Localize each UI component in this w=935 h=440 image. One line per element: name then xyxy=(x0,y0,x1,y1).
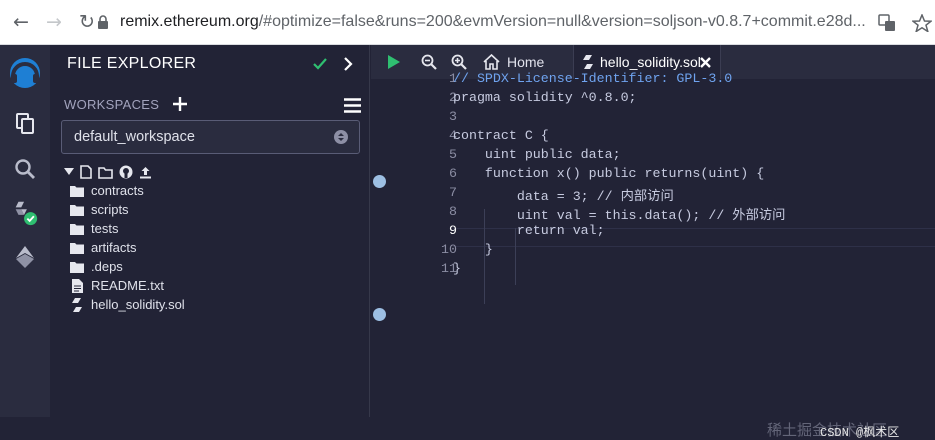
back-arrow-icon[interactable]: ← xyxy=(9,10,33,34)
lock-icon[interactable] xyxy=(97,15,109,30)
reload-icon[interactable]: ↻ xyxy=(75,10,99,34)
tree-item-label: contracts xyxy=(91,183,144,198)
breakpoint-marker[interactable] xyxy=(373,308,386,321)
search-icon[interactable] xyxy=(11,155,39,183)
tree-toolbar xyxy=(64,164,152,180)
tree-item-label: tests xyxy=(91,221,119,236)
close-tab-icon[interactable] xyxy=(700,57,711,68)
tree-item-label: artifacts xyxy=(91,240,137,255)
remix-logo-icon[interactable] xyxy=(6,54,44,92)
tree-item-deps[interactable]: .deps xyxy=(70,257,123,276)
code-line: uint public data; xyxy=(453,147,621,162)
bookmark-star-icon[interactable] xyxy=(912,14,932,32)
tab-home-label: Home xyxy=(507,54,545,70)
folder-icon xyxy=(70,222,84,236)
translate-icon[interactable] xyxy=(878,14,896,32)
file-explorer-icon[interactable] xyxy=(11,109,39,137)
zoom-out-icon[interactable] xyxy=(419,52,439,72)
folder-icon xyxy=(70,203,84,217)
code-line: } xyxy=(453,242,493,257)
new-file-icon[interactable] xyxy=(80,165,92,179)
code-line: function x() public returns(uint) { xyxy=(453,166,765,181)
editor-area: Home hello_solidity.sol 1 2 3 4 5 6 7 8 … xyxy=(371,45,935,440)
code-line: data = 3; // 内部访问 xyxy=(453,189,674,204)
menu-icon[interactable] xyxy=(344,98,361,113)
url-host: remix.ethereum.org xyxy=(120,13,259,30)
code-line: return val; xyxy=(453,223,605,238)
line-number: 6 xyxy=(449,166,457,181)
tree-item-label: hello_solidity.sol xyxy=(91,297,185,312)
line-number: 3 xyxy=(449,109,457,124)
code-line: pragma solidity ^0.8.0; xyxy=(453,90,637,105)
line-number: 10 xyxy=(441,242,457,257)
tree-item-hello-solidity[interactable]: hello_solidity.sol xyxy=(70,295,185,314)
github-icon[interactable] xyxy=(119,165,133,179)
solidity-file-icon xyxy=(70,297,84,312)
line-number: 4 xyxy=(449,128,457,143)
code-line: } xyxy=(453,261,461,276)
line-number: 7 xyxy=(449,185,457,200)
csdn-watermark: CSDN @枫术区 xyxy=(820,426,900,440)
workspace-selected-value: default_workspace xyxy=(74,129,195,145)
workspace-select[interactable]: default_workspace xyxy=(61,120,360,154)
icon-sidebar xyxy=(0,45,50,417)
url-path: /#optimize=false&runs=200&evmVersion=nul… xyxy=(258,13,866,30)
tree-item-contracts[interactable]: contracts xyxy=(70,181,144,200)
tree-item-label: .deps xyxy=(91,259,123,274)
folder-icon xyxy=(70,184,84,198)
breakpoint-marker[interactable] xyxy=(373,175,386,188)
folder-icon xyxy=(70,260,84,274)
panel-title: FILE EXPLORER xyxy=(67,55,197,72)
line-number: 8 xyxy=(449,204,457,219)
tree-item-artifacts[interactable]: artifacts xyxy=(70,238,137,257)
tree-item-label: scripts xyxy=(91,202,129,217)
tab-file-label: hello_solidity.sol xyxy=(600,54,701,70)
tree-item-scripts[interactable]: scripts xyxy=(70,200,129,219)
text-file-icon xyxy=(70,278,84,293)
line-number: 11 xyxy=(441,261,457,276)
solidity-file-icon xyxy=(583,55,593,69)
run-play-icon[interactable] xyxy=(384,52,404,72)
line-number: 1 xyxy=(449,71,457,86)
caret-down-icon[interactable] xyxy=(64,168,74,176)
upload-icon[interactable] xyxy=(139,166,152,179)
code-line: uint val = this.data(); // 外部访问 xyxy=(453,208,786,223)
zoom-in-icon[interactable] xyxy=(449,52,469,72)
address-bar[interactable]: remix.ethereum.org/#optimize=false&runs=… xyxy=(120,13,866,31)
code-line: // SPDX-License-Identifier: GPL-3.0 xyxy=(453,71,733,86)
tree-item-label: README.txt xyxy=(91,278,164,293)
home-icon xyxy=(483,54,500,70)
solidity-compiler-icon[interactable] xyxy=(11,199,39,227)
add-workspace-icon[interactable] xyxy=(173,97,187,111)
line-number: 9 xyxy=(449,223,457,238)
folder-icon xyxy=(70,241,84,255)
line-number: 2 xyxy=(449,90,457,105)
code-line: contract C { xyxy=(453,128,549,143)
new-folder-icon[interactable] xyxy=(98,166,113,179)
browser-toolbar: ← → ↻ remix.ethereum.org/#optimize=false… xyxy=(0,0,935,45)
tree-item-tests[interactable]: tests xyxy=(70,219,118,238)
tree-item-readme[interactable]: README.txt xyxy=(70,276,164,295)
chevron-right-icon[interactable] xyxy=(343,57,353,71)
check-icon[interactable] xyxy=(313,58,327,70)
line-number: 5 xyxy=(449,147,457,162)
forward-arrow-icon[interactable]: → xyxy=(42,10,66,34)
workspaces-label: WORKSPACES xyxy=(64,97,160,112)
select-updown-icon xyxy=(334,130,348,144)
deploy-run-icon[interactable] xyxy=(11,243,39,271)
file-explorer-panel: FILE EXPLORER WORKSPACES default_workspa… xyxy=(50,45,370,417)
code-editor[interactable]: 1 2 3 4 5 6 7 8 9 10 11 // SPDX-License-… xyxy=(371,71,935,440)
